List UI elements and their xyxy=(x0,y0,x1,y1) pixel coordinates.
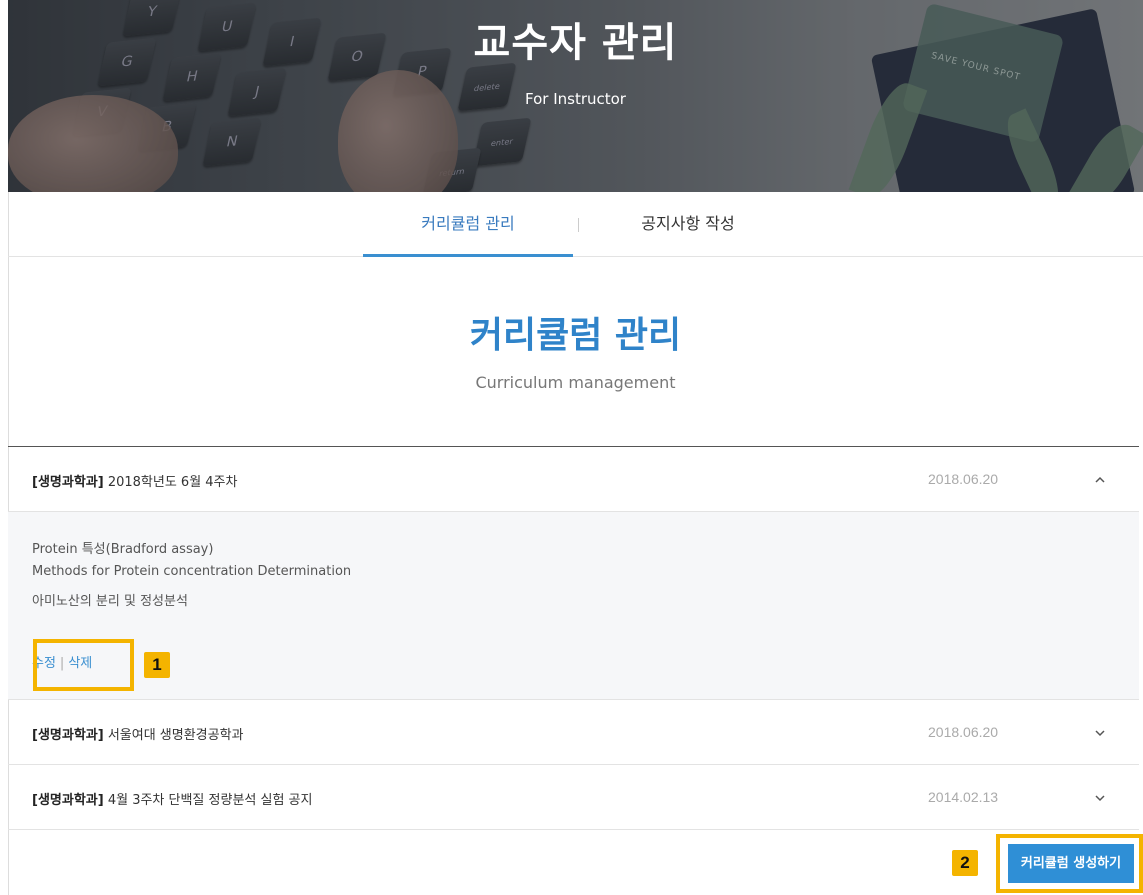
tab-label: 커리큘럼 관리 xyxy=(421,214,515,233)
chevron-down-icon[interactable] xyxy=(1093,726,1107,740)
list-item[interactable]: [생명과학과] 4월 3주차 단백질 정량분석 실험 공지 2014.02.13 xyxy=(8,765,1139,830)
item-date: 2018.06.20 xyxy=(928,471,999,487)
item-date: 2018.06.20 xyxy=(928,724,999,740)
item-title: [생명과학과] 서울여대 생명환경공학과 xyxy=(32,724,244,743)
curriculum-list: [생명과학과] 2018학년도 6월 4주차 2018.06.20 Protei… xyxy=(8,446,1139,830)
list-item[interactable]: [생명과학과] 2018학년도 6월 4주차 2018.06.20 xyxy=(8,447,1139,512)
chevron-up-icon[interactable] xyxy=(1093,473,1107,487)
tab-divider xyxy=(578,218,579,232)
item-category: [생명과학과] xyxy=(32,793,104,808)
tab-active-indicator xyxy=(363,254,573,257)
highlight-box-create xyxy=(996,834,1143,893)
tab-label: 공지사항 작성 xyxy=(641,214,735,233)
detail-line: Methods for Protein concentration Determ… xyxy=(32,564,352,579)
tab-bar: 커리큘럼 관리 공지사항 작성 xyxy=(8,192,1143,257)
item-title: [생명과학과] 2018학년도 6월 4주차 xyxy=(32,471,237,490)
hero-subtitle: For Instructor xyxy=(525,90,626,108)
item-date: 2014.02.13 xyxy=(928,789,999,805)
item-title-text: 서울여대 생명환경공학과 xyxy=(107,728,244,743)
detail-line: 아미노산의 분리 및 정성분석 xyxy=(32,594,188,609)
section-title: 커리큘럼 관리 xyxy=(469,315,682,356)
annotation-badge-1: 1 xyxy=(144,652,170,678)
hero-banner: Y U I O P G H J V B N delete enter retur… xyxy=(8,0,1143,192)
chevron-down-icon[interactable] xyxy=(1093,791,1107,805)
hero-title: 교수자 관리 xyxy=(473,20,678,66)
tab-notice[interactable]: 공지사항 작성 xyxy=(583,192,793,256)
item-title-text: 4월 3주차 단백질 정량분석 실험 공지 xyxy=(107,793,313,808)
annotation-badge-2: 2 xyxy=(952,850,978,876)
item-category: [생명과학과] xyxy=(32,728,104,743)
item-detail-panel: Protein 특성(Bradford assay) Methods for P… xyxy=(8,512,1139,700)
item-title: [생명과학과] 4월 3주차 단백질 정량분석 실험 공지 xyxy=(32,789,312,808)
highlight-box-edit-delete xyxy=(33,639,134,691)
section-subtitle: Curriculum management xyxy=(475,373,676,392)
tab-curriculum[interactable]: 커리큘럼 관리 xyxy=(363,192,573,257)
list-item[interactable]: [생명과학과] 서울여대 생명환경공학과 2018.06.20 xyxy=(8,700,1139,765)
item-title-text: 2018학년도 6월 4주차 xyxy=(107,475,238,490)
item-category: [생명과학과] xyxy=(32,475,104,490)
detail-line: Protein 특성(Bradford assay) xyxy=(32,542,214,557)
